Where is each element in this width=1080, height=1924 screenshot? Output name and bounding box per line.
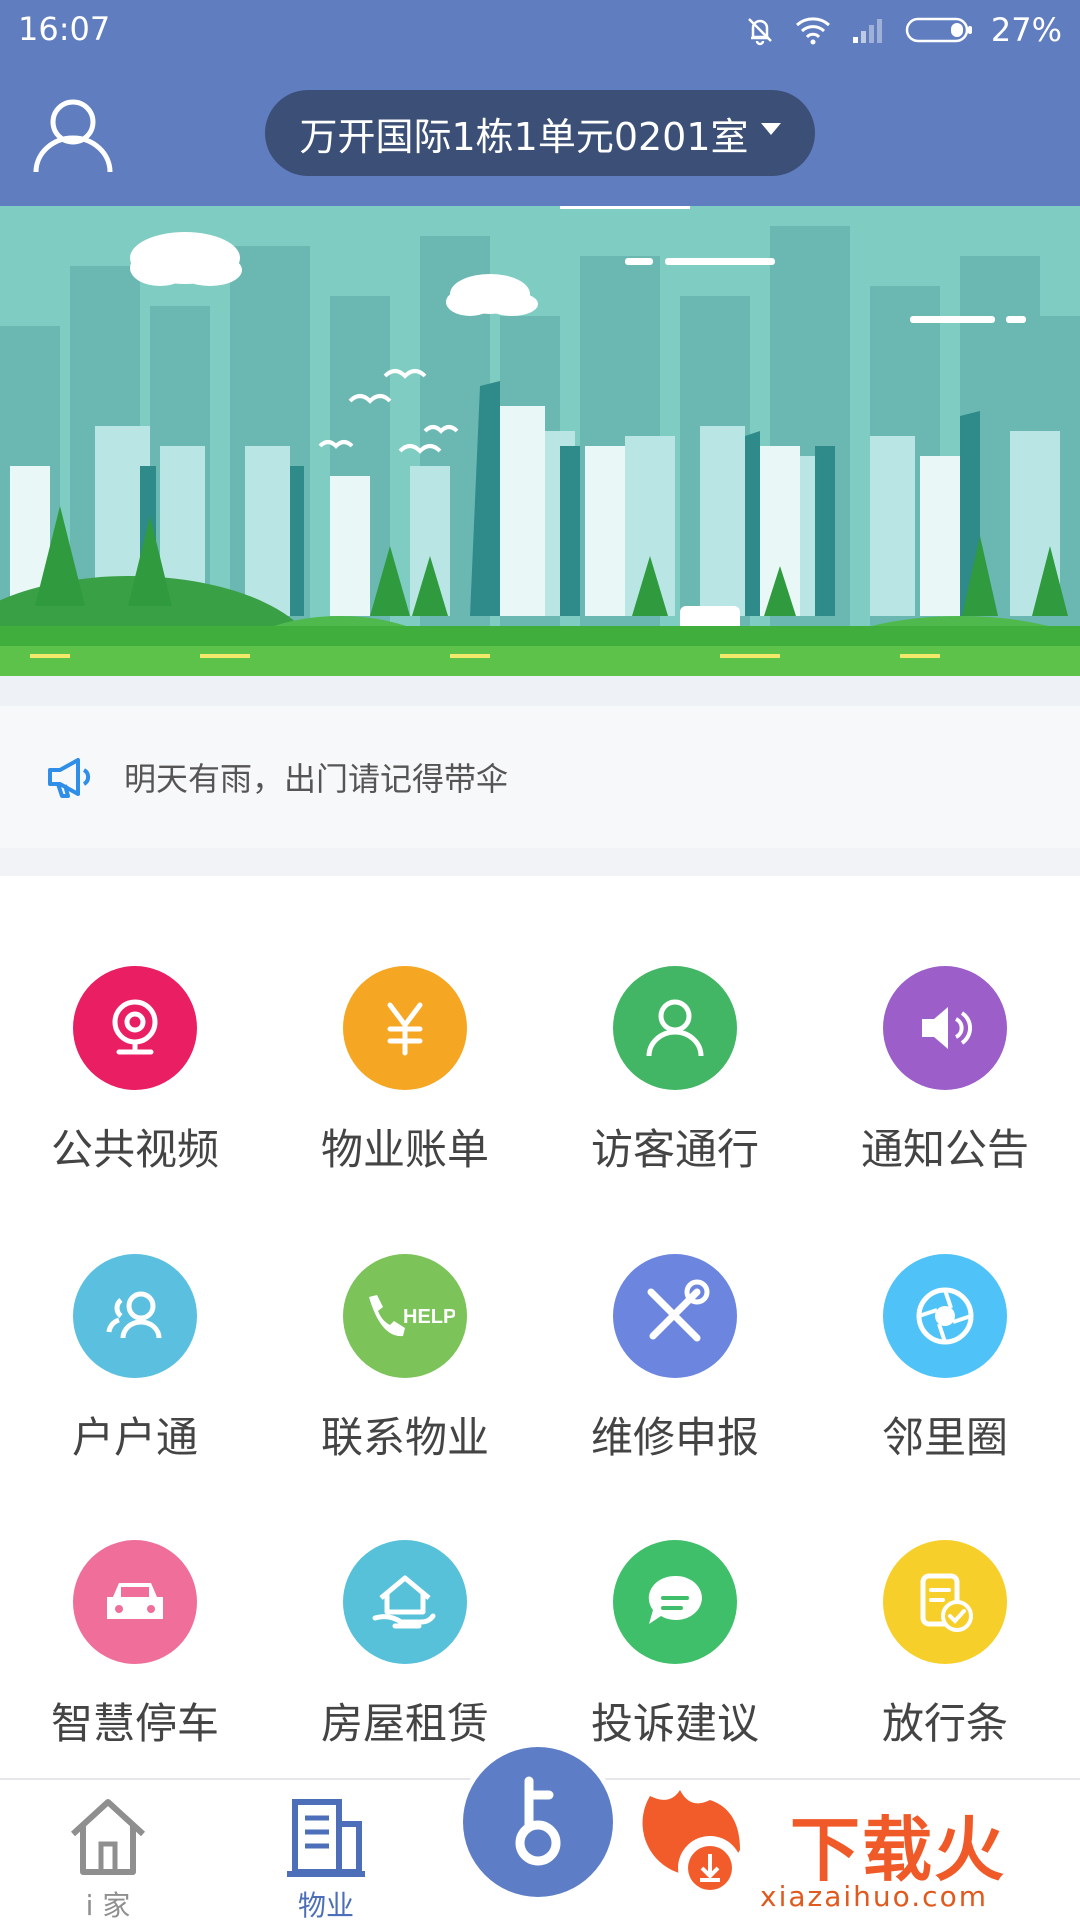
grid-item-label: 放行条: [881, 1699, 1008, 1748]
grid-item-label: 户户通: [71, 1413, 198, 1462]
grid-item-label: 邻里圈: [881, 1413, 1008, 1462]
notice-text: 明天有雨，出门请记得带伞: [124, 760, 509, 798]
user-profile-icon[interactable]: [30, 92, 116, 178]
section-divider: [0, 848, 1080, 876]
city-banner-image: [0, 206, 1080, 676]
signal-icon: [852, 19, 882, 43]
status-icons: 27%: [743, 10, 1062, 50]
svg-text:HELP: HELP: [403, 1306, 455, 1328]
grid-item-smart-parking[interactable]: 智慧停车: [0, 1540, 270, 1780]
grid-item-label: 访客通行: [590, 1125, 759, 1174]
car-icon: [73, 1540, 197, 1664]
nav-home[interactable]: i 家: [38, 1780, 178, 1922]
banner-bottom-gap: [0, 676, 1080, 706]
neighbors-icon: [73, 1254, 197, 1378]
grid-item-pass-slip[interactable]: 放行条: [810, 1540, 1080, 1780]
door-key-button[interactable]: [458, 1742, 618, 1902]
grid-item-label: 物业账单: [320, 1125, 489, 1174]
top-header: 16:07 27% 万开国际1栋1单元0201室: [0, 0, 1080, 206]
grid-item-neighborhood-circle[interactable]: 邻里圈: [810, 1254, 1080, 1494]
grid-item-label: 维修申报: [590, 1413, 759, 1462]
nav-property[interactable]: 物业: [256, 1780, 396, 1922]
status-bar: 16:07 27%: [0, 0, 1080, 64]
grid-item-property-bill[interactable]: 物业账单: [270, 966, 540, 1206]
xiazaihuo-watermark: 下载火 xiazaihuo.com: [640, 1776, 1080, 1920]
mute-bell-icon: [747, 18, 772, 46]
grid-item-announcements[interactable]: 通知公告: [810, 966, 1080, 1206]
home-icon: [70, 1799, 146, 1875]
camera-icon: [73, 966, 197, 1090]
help-phone-icon: HELP: [343, 1254, 467, 1378]
address-selector[interactable]: 万开国际1栋1单元0201室: [265, 90, 815, 176]
aperture-icon: [883, 1254, 1007, 1378]
grid-item-complaint-suggestion[interactable]: 投诉建议: [540, 1540, 810, 1780]
feature-grid: 公共视频 物业账单 访客通行 通知公告 户户通 HELP 联系物业 维修申报 邻…: [0, 876, 1080, 1776]
pass-slip-icon: [883, 1540, 1007, 1664]
battery-percent: 27%: [990, 11, 1062, 49]
wifi-icon: [795, 17, 830, 45]
grid-item-label: 通知公告: [860, 1125, 1029, 1174]
visitor-icon: [613, 966, 737, 1090]
nav-home-label: i 家: [85, 1889, 131, 1922]
grid-item-label: 房屋租赁: [320, 1699, 489, 1748]
nav-property-label: 物业: [297, 1889, 354, 1922]
grid-item-contact-property[interactable]: HELP 联系物业: [270, 1254, 540, 1494]
yuan-icon: [343, 966, 467, 1090]
status-time: 16:07: [18, 10, 111, 48]
grid-item-label: 投诉建议: [590, 1699, 759, 1748]
battery-icon: [905, 17, 972, 43]
grid-item-neighbors[interactable]: 户户通: [0, 1254, 270, 1494]
grid-item-label: 联系物业: [320, 1413, 489, 1462]
grid-item-public-video[interactable]: 公共视频: [0, 966, 270, 1206]
grid-item-repair-report[interactable]: 维修申报: [540, 1254, 810, 1494]
watermark-subtitle: xiazaihuo.com: [760, 1880, 988, 1913]
chat-icon: [613, 1540, 737, 1664]
repair-tools-icon: [613, 1254, 737, 1378]
address-text: 万开国际1栋1单元0201室: [299, 114, 749, 159]
chevron-down-icon: [760, 123, 781, 135]
building-icon: [287, 1799, 365, 1877]
grid-item-label: 智慧停车: [50, 1699, 219, 1748]
megaphone-icon: [48, 758, 91, 798]
grid-item-visitor-pass[interactable]: 访客通行: [540, 966, 810, 1206]
speaker-icon: [883, 966, 1007, 1090]
grid-item-label: 公共视频: [50, 1125, 219, 1174]
house-rent-icon: [343, 1540, 467, 1664]
grid-item-house-rental[interactable]: 房屋租赁: [270, 1540, 540, 1780]
key-icon: [463, 1747, 613, 1897]
